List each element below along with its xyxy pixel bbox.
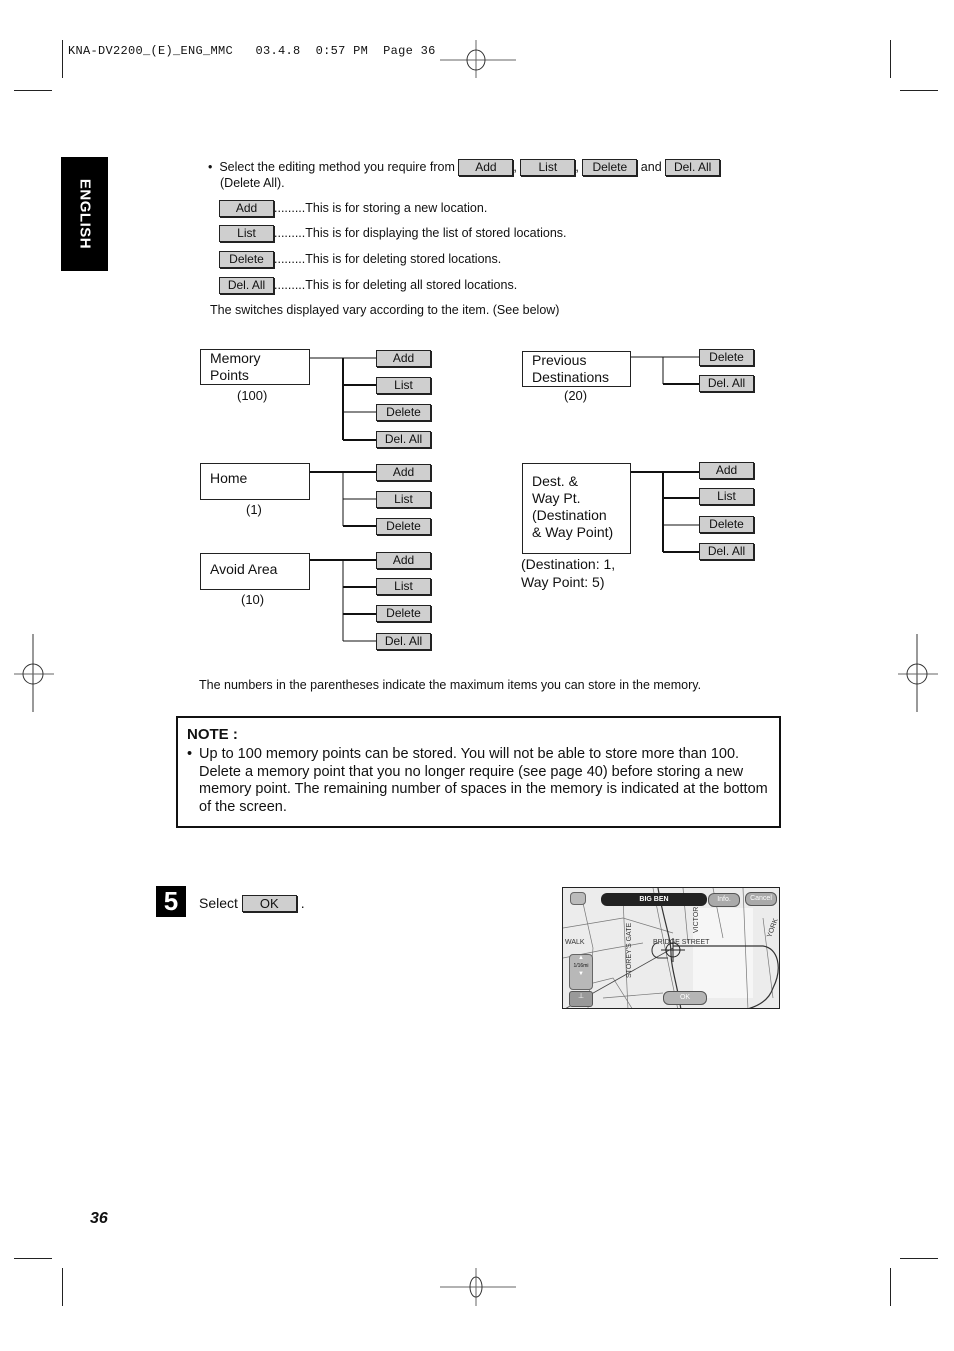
switch-list: List xyxy=(699,488,754,505)
item-label: Destinations xyxy=(532,369,610,385)
parentheses-note: The numbers in the parentheses indicate … xyxy=(199,678,702,692)
note-box: NOTE : • Up to 100 memory points can be … xyxy=(176,716,781,828)
page-number: 36 xyxy=(90,1210,108,1227)
switch-add: Add xyxy=(376,350,431,367)
svg-text:WALK: WALK xyxy=(565,939,585,946)
switch-delete: Delete xyxy=(376,605,431,622)
item-label: & Way Point) xyxy=(532,524,614,540)
item-label: Way Pt. xyxy=(532,490,581,506)
item-box: Home xyxy=(200,463,310,500)
map-orientation-icon: ⊥ xyxy=(569,991,593,1007)
note-text: Up to 100 memory points can be stored. Y… xyxy=(199,746,768,815)
item-label: Avoid Area xyxy=(210,561,278,577)
home-icon xyxy=(570,892,586,905)
zoom-in-icon: ▲ xyxy=(578,955,584,961)
note-title: NOTE : xyxy=(187,726,238,743)
switch-del-all: Del. All xyxy=(376,431,431,448)
map-scale: 1/16mi xyxy=(573,963,589,969)
period: . xyxy=(300,895,305,911)
place-name-bar: BIG BEN xyxy=(601,893,707,906)
switch-del-all: Del. All xyxy=(699,375,754,392)
item-label: Home xyxy=(210,470,248,486)
switch-delete: Delete xyxy=(699,349,754,366)
bullet: • xyxy=(187,746,193,762)
item-label: Previous xyxy=(532,352,587,368)
item-box: Memory Points xyxy=(200,349,310,385)
note-body: • Up to 100 memory points can be stored.… xyxy=(187,746,772,816)
switch-delete: Delete xyxy=(376,404,431,421)
item-label: (Destination xyxy=(532,507,607,523)
step-number: 5 xyxy=(156,886,186,917)
svg-text:BRIDGE STREET: BRIDGE STREET xyxy=(653,939,710,946)
switch-delete: Delete xyxy=(376,518,431,535)
switch-del-all: Del. All xyxy=(376,633,431,650)
cancel-button: Cancel xyxy=(745,892,777,906)
switch-delete: Delete xyxy=(699,516,754,533)
zoom-control: ▲ 1/16mi ▼ xyxy=(569,954,593,990)
step-text: Select xyxy=(199,895,238,911)
switch-list: List xyxy=(376,377,431,394)
switch-list: List xyxy=(376,578,431,595)
item-label: Points xyxy=(210,367,249,383)
item-box: Previous Destinations xyxy=(522,351,631,387)
item-max: Way Point: 5) xyxy=(521,574,605,590)
switch-list: List xyxy=(376,491,431,508)
item-label: Memory xyxy=(210,350,261,366)
registration-mark-bottom xyxy=(440,1268,516,1306)
switch-add: Add xyxy=(376,464,431,481)
item-box: Avoid Area xyxy=(200,553,310,590)
item-max: (10) xyxy=(241,592,265,607)
svg-text:STOREY'S GATE: STOREY'S GATE xyxy=(626,923,633,978)
zoom-out-icon: ▼ xyxy=(578,971,584,977)
navigation-map-screenshot: BRIDGE STREET WALK VICTORIA STOREY'S GAT… xyxy=(562,887,780,1009)
item-max: (1) xyxy=(246,502,262,517)
item-label: Dest. & xyxy=(532,473,578,489)
switch-add: Add xyxy=(376,552,431,569)
item-max: (100) xyxy=(237,388,268,403)
step-ok-button: OK xyxy=(241,895,297,912)
item-max: (20) xyxy=(564,388,588,403)
switch-add: Add xyxy=(699,462,754,479)
map-ok-button: OK xyxy=(663,991,707,1005)
item-box: Dest. & Way Pt. (Destination & Way Point… xyxy=(522,463,631,554)
info-button: Info. xyxy=(708,893,740,907)
diagram-connectors xyxy=(310,356,699,642)
switch-del-all: Del. All xyxy=(699,543,754,560)
step-instruction: Select OK . xyxy=(199,895,305,912)
item-max: (Destination: 1, xyxy=(521,556,616,572)
